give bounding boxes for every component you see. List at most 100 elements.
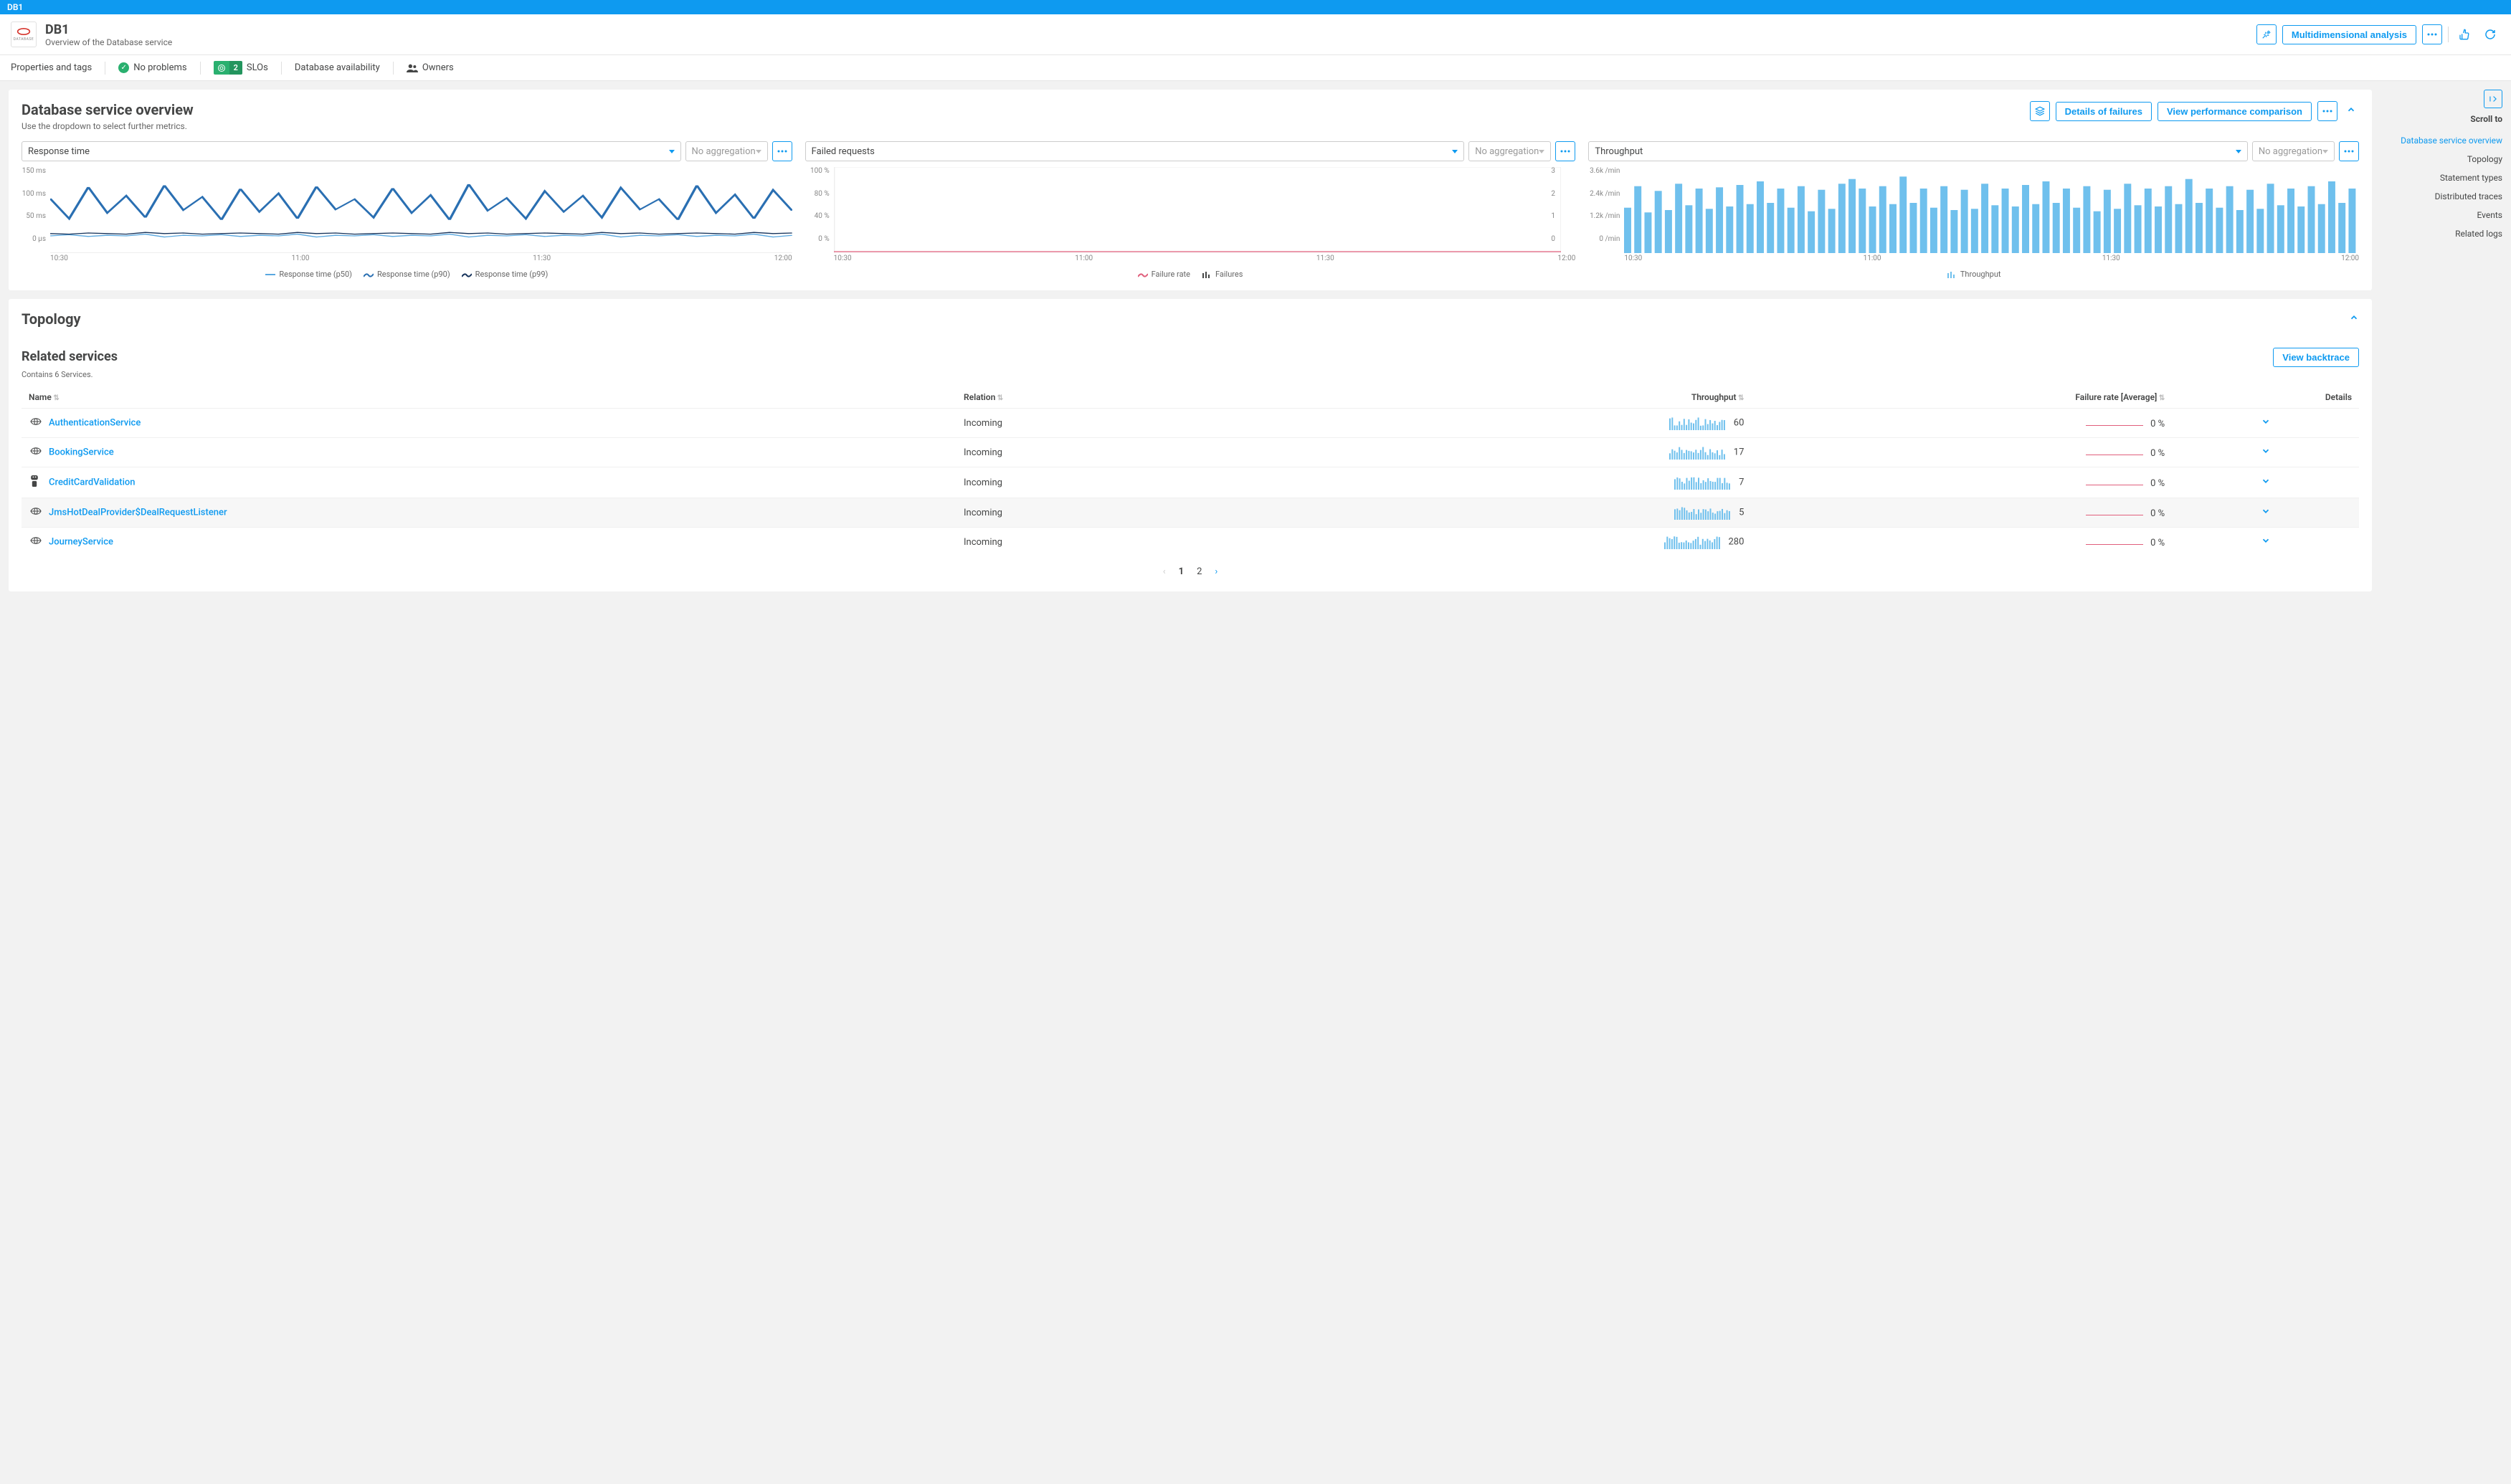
throughput-cell: 280 (1331, 528, 1752, 557)
relation-cell: Incoming (957, 498, 1331, 528)
col-details: Details (2172, 386, 2359, 409)
service-link[interactable]: JourneyService (49, 536, 113, 547)
relation-cell: Incoming (957, 528, 1331, 557)
response-time-more-button[interactable] (772, 141, 792, 161)
throughput-cell: 5 (1331, 498, 1752, 528)
topology-title: Topology (22, 310, 81, 328)
service-icon (29, 535, 42, 549)
multidimensional-analysis-button[interactable]: Multidimensional analysis (2282, 25, 2416, 44)
related-services-subtitle: Contains 6 Services. (22, 370, 2359, 379)
scroll-nav-item[interactable]: Database service overview (2381, 131, 2502, 150)
table-row[interactable]: JourneyService Incoming 280 0 % (22, 528, 2359, 557)
throughput-selector[interactable]: Throughput (1588, 141, 2248, 161)
owners-link[interactable]: Owners (407, 62, 454, 73)
collapse-topology-icon[interactable] (2349, 313, 2359, 325)
expand-row-button[interactable] (2172, 528, 2359, 557)
service-icon (29, 445, 42, 460)
properties-tags-link[interactable]: Properties and tags (11, 62, 92, 73)
scroll-nav-item[interactable]: Statement types (2381, 168, 2502, 187)
expand-row-button[interactable] (2172, 438, 2359, 467)
page-header: DATABASE DB1 Overview of the Database se… (0, 14, 2511, 55)
service-icon (29, 505, 42, 520)
db-availability-link[interactable]: Database availability (295, 62, 380, 73)
overview-title: Database service overview (22, 101, 194, 118)
scroll-nav-item[interactable]: Topology (2381, 150, 2502, 168)
page-subtitle: Overview of the Database service (45, 37, 172, 47)
table-row[interactable]: JmsHotDealProvider$DealRequestListener In… (22, 498, 2359, 528)
more-menu-button[interactable] (2422, 24, 2442, 44)
service-link[interactable]: JmsHotDealProvider$DealRequestListener (49, 507, 227, 518)
relation-cell: Incoming (957, 467, 1331, 498)
throughput-cell: 60 (1331, 409, 1752, 438)
failure-cell: 0 % (1751, 409, 2172, 438)
col-name[interactable]: Name (22, 386, 957, 409)
agent-icon (29, 475, 42, 490)
col-failure[interactable]: Failure rate [Average] (1751, 386, 2172, 409)
overview-hint: Use the dropdown to select further metri… (22, 121, 194, 131)
table-row[interactable]: CreditCardValidation Incoming 7 0 % (22, 467, 2359, 498)
failed-requests-selector[interactable]: Failed requests (805, 141, 1465, 161)
throughput-cell: 7 (1331, 467, 1752, 498)
performance-comparison-button[interactable]: View performance comparison (2158, 102, 2312, 121)
view-backtrace-button[interactable]: View backtrace (2273, 348, 2359, 367)
overview-more-button[interactable] (2317, 101, 2337, 121)
expand-row-button[interactable] (2172, 498, 2359, 528)
throughput-more-button[interactable] (2339, 141, 2359, 161)
col-relation[interactable]: Relation (957, 386, 1331, 409)
collapse-overview-icon[interactable] (2343, 105, 2359, 118)
failed-requests-aggregation[interactable]: No aggregation (1468, 141, 1551, 161)
details-failures-button[interactable]: Details of failures (2056, 102, 2152, 121)
page-1[interactable]: 1 (1179, 566, 1184, 577)
slo-icon (214, 62, 229, 75)
response-time-chart: Response time No aggregation 150 ms100 m… (22, 141, 792, 279)
expand-row-button[interactable] (2172, 409, 2359, 438)
collapse-sidenav-button[interactable] (2484, 90, 2502, 108)
scroll-to-label: Scroll to (2381, 114, 2502, 124)
expand-row-button[interactable] (2172, 467, 2359, 498)
response-time-aggregation[interactable]: No aggregation (685, 141, 768, 161)
failure-sparkline (2086, 417, 2143, 427)
service-icon (29, 416, 42, 430)
layers-button[interactable] (2030, 101, 2050, 121)
failure-sparkline (2086, 506, 2143, 516)
topology-panel: Topology Related services View backtrace… (9, 299, 2372, 591)
service-link[interactable]: AuthenticationService (49, 417, 141, 428)
table-row[interactable]: AuthenticationService Incoming 60 0 % (22, 409, 2359, 438)
page-next[interactable]: › (1215, 566, 1217, 577)
failure-cell: 0 % (1751, 528, 2172, 557)
page-2[interactable]: 2 (1197, 566, 1202, 577)
table-row[interactable]: BookingServiceIncoming 17 0 % (22, 438, 2359, 467)
scroll-nav: Scroll to Database service overviewTopol… (2381, 90, 2502, 243)
failure-sparkline (2086, 446, 2143, 456)
thumbs-up-button[interactable] (2454, 24, 2474, 44)
relation-cell: Incoming (957, 438, 1331, 467)
refresh-button[interactable] (2480, 24, 2500, 44)
pin-button[interactable] (2256, 24, 2277, 44)
owners-icon (407, 64, 418, 72)
throughput-aggregation[interactable]: No aggregation (2252, 141, 2335, 161)
failure-sparkline (2086, 476, 2143, 486)
subnav: Properties and tags No problems 2 SLOs D… (0, 55, 2511, 81)
col-throughput[interactable]: Throughput (1331, 386, 1752, 409)
scroll-nav-item[interactable]: Distributed traces (2381, 187, 2502, 206)
response-time-selector[interactable]: Response time (22, 141, 681, 161)
breadcrumb: DB1 (0, 0, 2511, 14)
scroll-nav-item[interactable]: Related logs (2381, 224, 2502, 243)
ok-check-icon (118, 62, 129, 73)
throughput-chart: Throughput No aggregation 3.6k /min2.4k … (1588, 141, 2359, 279)
failure-cell: 0 % (1751, 467, 2172, 498)
scroll-nav-item[interactable]: Events (2381, 206, 2502, 224)
relation-cell: Incoming (957, 409, 1331, 438)
db-type-tile: DATABASE (11, 22, 37, 47)
service-link[interactable]: BookingService (49, 447, 114, 457)
page-title: DB1 (45, 22, 172, 37)
failure-cell: 0 % (1751, 498, 2172, 528)
page-prev[interactable]: ‹ (1163, 566, 1166, 577)
problems-status[interactable]: No problems (118, 62, 186, 73)
pagination: ‹ 1 2 › (22, 556, 2359, 580)
failure-cell: 0 % (1751, 438, 2172, 467)
related-services-table: Name Relation Throughput Failure rate [A… (22, 386, 2359, 556)
slos-link[interactable]: 2 SLOs (214, 61, 268, 75)
failed-requests-more-button[interactable] (1555, 141, 1575, 161)
service-link[interactable]: CreditCardValidation (49, 477, 136, 487)
